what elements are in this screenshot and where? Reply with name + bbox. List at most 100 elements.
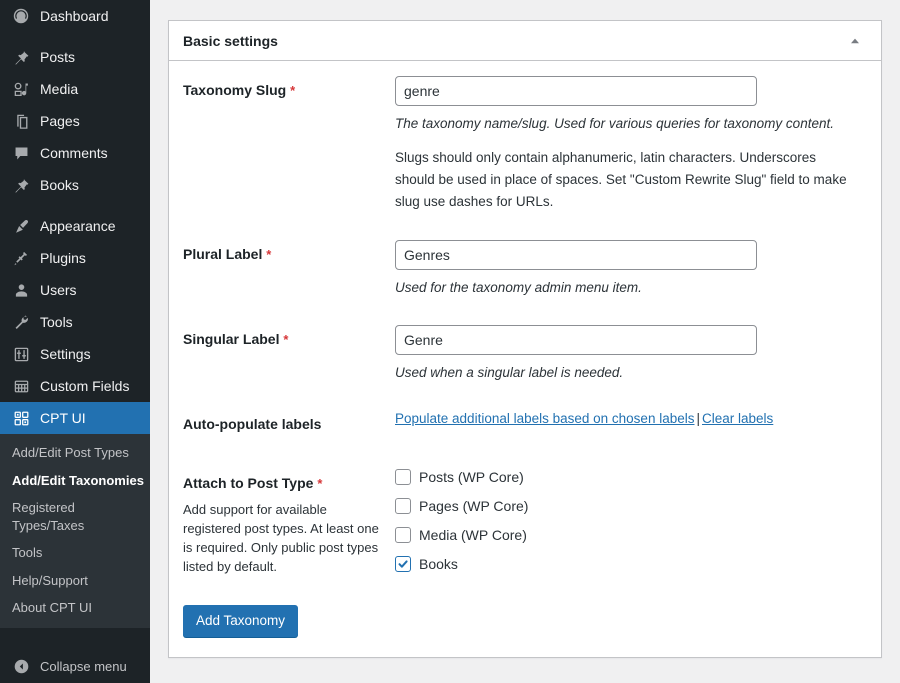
sidebar-item-label: Dashboard — [40, 8, 109, 24]
field-label-text: Attach to Post Type — [183, 474, 314, 491]
sidebar-item-label: Tools — [40, 314, 73, 330]
sidebar-item-custom-fields[interactable]: Custom Fields — [0, 370, 150, 402]
wp-admin-screen: Dashboard Posts Media Pages Comments Boo… — [0, 0, 900, 683]
sidebar-item-posts[interactable]: Posts — [0, 41, 150, 73]
submenu-item-add-edit-post-types[interactable]: Add/Edit Post Types — [0, 439, 146, 467]
sidebar-item-media[interactable]: Media — [0, 73, 150, 105]
sidebar-item-cpt-ui[interactable]: CPT UI — [0, 402, 158, 434]
checkbox-label: Media (WP Core) — [419, 526, 527, 543]
field-label-text: Taxonomy Slug — [183, 82, 287, 98]
submenu-item-about-cpt-ui[interactable]: About CPT UI — [0, 594, 146, 622]
sidebar-item-label: Plugins — [40, 250, 86, 266]
collapse-menu-button[interactable]: Collapse menu — [0, 649, 150, 683]
blocks-icon — [11, 408, 31, 428]
sidebar-item-appearance[interactable]: Appearance — [0, 210, 150, 242]
comments-icon — [11, 143, 31, 163]
required-marker: * — [266, 246, 272, 262]
submenu-item-help-support[interactable]: Help/Support — [0, 567, 146, 595]
collapse-arrow-icon — [11, 658, 31, 675]
sidebar-separator — [0, 32, 150, 41]
checkbox-row-posts[interactable]: Posts (WP Core) — [395, 468, 859, 485]
sidebar-item-books[interactable]: Books — [0, 169, 150, 201]
singular-label-input[interactable] — [395, 325, 757, 356]
dashboard-icon — [11, 6, 31, 26]
label-auto-populate-labels: Auto-populate labels — [183, 395, 395, 453]
post-type-checkbox-list: Posts (WP Core) Pages (WP Core) Media (W… — [395, 468, 859, 572]
sidebar-item-dashboard[interactable]: Dashboard — [0, 0, 150, 32]
basic-settings-panel: Basic settings Taxonomy Slug * genre The… — [168, 20, 882, 658]
submenu-item-add-edit-taxonomies[interactable]: Add/Edit Taxonomies — [0, 467, 146, 495]
singular-label-description: Used when a singular label is needed. — [395, 365, 624, 381]
field-label-text: Plural Label — [183, 245, 263, 262]
submenu-item-registered-types-taxes[interactable]: Registered Types/Taxes — [0, 494, 146, 539]
sidebar-item-label: Comments — [40, 145, 108, 161]
sidebar-item-tools[interactable]: Tools — [0, 306, 150, 338]
chevron-up-icon[interactable] — [841, 27, 869, 55]
label-plural-label: Plural Label * — [183, 225, 395, 310]
plug-icon — [11, 248, 31, 268]
field-row-plural-label: Plural Label * Used for the taxonomy adm… — [183, 225, 869, 310]
clear-labels-link[interactable]: Clear labels — [702, 411, 773, 426]
checkbox-label: Pages (WP Core) — [419, 497, 529, 514]
checkbox-label: Posts (WP Core) — [419, 468, 524, 485]
sidebar-item-label: Posts — [40, 49, 76, 65]
sidebar-item-comments[interactable]: Comments — [0, 137, 150, 169]
taxonomy-slug-input[interactable] — [395, 76, 757, 106]
cpt-ui-submenu: Add/Edit Post Types Add/Edit Taxonomies … — [0, 434, 150, 628]
user-icon — [11, 280, 31, 300]
admin-sidebar: Dashboard Posts Media Pages Comments Boo… — [0, 0, 158, 683]
checkbox-row-media[interactable]: Media (WP Core) — [395, 526, 859, 543]
field-row-taxonomy-slug: Taxonomy Slug * The taxonomy name/slug. … — [183, 61, 869, 225]
plural-label-input[interactable] — [395, 239, 757, 270]
submit-row: Add Taxonomy — [183, 597, 869, 643]
collapse-menu-label: Collapse menu — [40, 658, 127, 674]
panel-body: Taxonomy Slug * The taxonomy name/slug. … — [169, 61, 881, 657]
field-row-auto-populate-labels: Auto-populate labels Populate additional… — [183, 395, 869, 453]
sidebar-item-label: Users — [40, 282, 77, 298]
field-row-singular-label: Singular Label * Used when a singular la… — [183, 310, 869, 395]
checkbox-row-pages[interactable]: Pages (WP Core) — [395, 497, 859, 514]
checkbox-posts[interactable] — [395, 468, 411, 485]
sidebar-separator — [0, 201, 150, 210]
sidebar-item-settings[interactable]: Settings — [0, 338, 150, 370]
pin-icon — [11, 175, 31, 195]
checkbox-media[interactable] — [395, 526, 411, 543]
required-marker: * — [283, 332, 289, 348]
taxonomy-slug-extra-description: Slugs should only contain alphanumeric, … — [395, 150, 847, 209]
field-label-text: Auto-populate labels — [183, 416, 322, 433]
sidebar-item-label: CPT UI — [40, 410, 86, 426]
populate-labels-link[interactable]: Populate additional labels based on chos… — [395, 411, 694, 426]
sidebar-item-label: Appearance — [40, 218, 116, 234]
panel-header: Basic settings — [169, 21, 881, 61]
sidebar-item-plugins[interactable]: Plugins — [0, 242, 150, 274]
settings-form-table: Taxonomy Slug * The taxonomy name/slug. … — [183, 61, 869, 597]
pin-icon — [11, 47, 31, 67]
checkbox-pages[interactable] — [395, 497, 411, 514]
main-content: Basic settings Taxonomy Slug * genre The… — [150, 0, 900, 683]
checkbox-label: Books — [419, 555, 458, 572]
label-attach-to-post-type: Attach to Post Type * Add support for av… — [183, 454, 395, 597]
plural-label-description: Used for the taxonomy admin menu item. — [395, 279, 642, 295]
attach-to-post-type-description: Add support for available registered pos… — [183, 502, 379, 574]
pages-icon — [11, 111, 31, 131]
sidebar-item-label: Books — [40, 177, 79, 193]
sidebar-item-label: Pages — [40, 113, 80, 129]
brush-icon — [11, 216, 31, 236]
sidebar-item-pages[interactable]: Pages — [0, 105, 150, 137]
page-title: Basic settings — [183, 32, 278, 49]
checkbox-books[interactable] — [395, 555, 411, 572]
sidebar-item-label: Custom Fields — [40, 378, 130, 394]
required-marker: * — [317, 475, 323, 491]
taxonomy-slug-description: The taxonomy name/slug. Used for various… — [395, 116, 834, 131]
sliders-icon — [11, 344, 31, 364]
submenu-item-tools[interactable]: Tools — [0, 539, 146, 567]
grid-table-icon — [11, 376, 31, 396]
link-separator: | — [696, 411, 700, 427]
sidebar-item-users[interactable]: Users — [0, 274, 150, 306]
field-row-attach-to-post-type: Attach to Post Type * Add support for av… — [183, 454, 869, 597]
checkbox-row-books[interactable]: Books — [395, 555, 859, 572]
required-marker: * — [290, 83, 296, 98]
add-taxonomy-button[interactable]: Add Taxonomy — [183, 604, 299, 637]
sidebar-item-label: Media — [40, 81, 79, 97]
label-singular-label: Singular Label * — [183, 310, 395, 395]
